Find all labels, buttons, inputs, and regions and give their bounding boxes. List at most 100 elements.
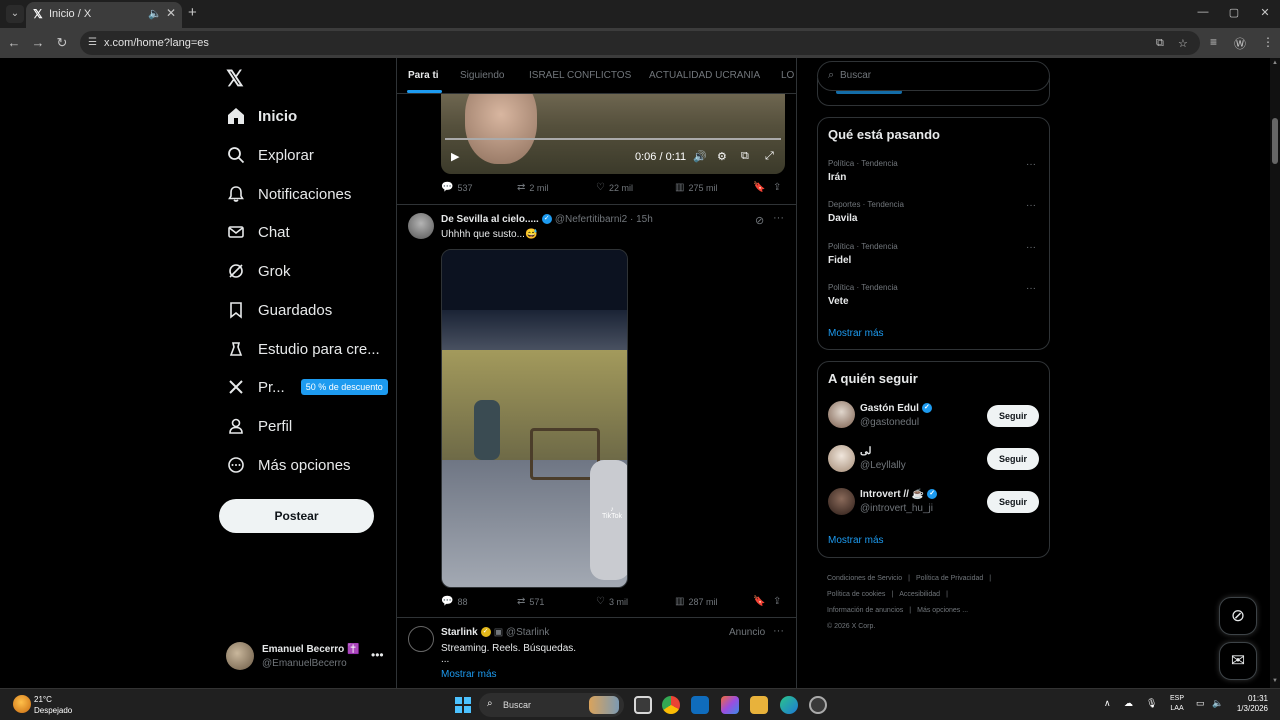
follow-handle[interactable]: @gastonedul — [860, 417, 919, 428]
trend-item[interactable]: Fidel — [828, 255, 851, 266]
tweet-author-name[interactable]: Starlink — [441, 627, 478, 638]
tweet-author-name[interactable]: De Sevilla al cielo..... — [441, 214, 539, 225]
follow-name[interactable]: Gastón Edul ✓ — [860, 403, 935, 414]
tab-israel-conflictos[interactable]: ISRAEL CONFLICTOS — [529, 70, 631, 81]
follow-button[interactable]: Seguir — [987, 405, 1039, 427]
language-indicator[interactable]: ESP LAA — [1170, 694, 1184, 714]
forward-icon[interactable]: → — [30, 35, 46, 50]
follow-button[interactable]: Seguir — [987, 448, 1039, 470]
weather-temperature[interactable]: 21°C — [34, 695, 52, 704]
volume-icon[interactable]: 🔊 — [693, 150, 707, 163]
tab-siguiendo[interactable]: Siguiendo — [460, 70, 504, 81]
more-options-icon[interactable]: ··· — [773, 212, 784, 224]
windows-start-icon[interactable] — [455, 697, 471, 713]
tweet-time[interactable]: 15h — [636, 214, 653, 225]
minimize-window-button[interactable]: — — [1193, 6, 1213, 18]
site-info-icon[interactable]: ☰ — [88, 37, 97, 48]
nav-item-notificaciones[interactable]: Notificaciones — [226, 179, 351, 209]
messages-fab-icon[interactable]: ✉ — [1219, 642, 1257, 680]
nav-item-chat[interactable]: Chat — [226, 217, 290, 247]
nav-item-premium[interactable]: Pr... 50 % de descuento — [226, 372, 388, 402]
post-button[interactable]: Postear — [219, 499, 374, 533]
wordpress-extension-icon[interactable]: Ⓦ — [1234, 35, 1246, 52]
clock[interactable]: 01:31 1/3/2026 — [1232, 694, 1268, 714]
outlook-icon[interactable] — [691, 696, 709, 714]
tweet-video[interactable]: ♪ TikTok — [441, 249, 628, 588]
show-more-link[interactable]: Mostrar más — [828, 328, 884, 339]
repost-button[interactable]: ⇄ 2 mil — [517, 182, 548, 193]
share-button[interactable]: ⇪ — [773, 596, 785, 607]
follow-name[interactable]: Introvert // ☕ ✓ — [860, 489, 940, 500]
show-more-link[interactable]: Mostrar más — [441, 669, 497, 680]
more-options-icon[interactable]: ··· — [1026, 159, 1036, 170]
more-options-icon[interactable]: ··· — [1026, 200, 1036, 211]
fullscreen-icon[interactable]: ⤢ — [765, 150, 774, 163]
tray-overflow-icon[interactable]: ∧ — [1104, 698, 1111, 709]
grok-fab-icon[interactable]: ⊘ — [1219, 597, 1257, 635]
follow-button[interactable]: Seguir — [987, 491, 1039, 513]
show-more-link[interactable]: Mostrar más — [828, 535, 884, 546]
account-switcher[interactable]: Emanuel Becerro ✝️ @EmanuelBecerro ••• — [226, 642, 386, 672]
avatar[interactable] — [408, 213, 434, 239]
scrollbar[interactable]: ▲ ▼ — [1270, 58, 1280, 688]
file-explorer-icon[interactable] — [750, 696, 768, 714]
footer-link[interactable]: Condiciones de Servicio — [827, 575, 902, 582]
nav-item-inicio[interactable]: Inicio — [226, 101, 297, 131]
footer-link[interactable]: Accesibilidad — [899, 591, 940, 598]
weather-description[interactable]: Despejado — [34, 706, 72, 715]
like-button[interactable]: ♡ 3 mil — [596, 596, 628, 607]
volume-icon[interactable]: 🔈 — [1212, 698, 1223, 709]
pip-icon[interactable]: ⧉ — [741, 150, 749, 163]
copilot-icon[interactable] — [721, 696, 739, 714]
network-icon[interactable]: ▭ — [1196, 698, 1205, 709]
settings-gear-icon[interactable]: ⚙ — [717, 150, 727, 163]
back-icon[interactable]: ← — [6, 35, 22, 50]
x-logo-icon[interactable]: 𝕏 — [226, 66, 244, 92]
trend-item[interactable]: Irán — [828, 172, 846, 183]
reading-list-icon[interactable]: ≡ — [1210, 35, 1217, 49]
browser-menu-icon[interactable]: ⋮ — [1262, 35, 1274, 49]
footer-link[interactable]: Política de cookies — [827, 591, 885, 598]
reload-icon[interactable]: ↻ — [54, 35, 70, 51]
bookmark-button[interactable]: 🔖 — [753, 182, 769, 193]
repost-button[interactable]: ⇄ 571 — [517, 596, 544, 607]
more-options-icon[interactable]: ··· — [1026, 283, 1036, 294]
reply-button[interactable]: 💬 88 — [441, 596, 467, 607]
share-button[interactable]: ⇪ — [773, 182, 785, 193]
taskbar-search[interactable]: ⌕ Buscar — [479, 693, 624, 717]
video-player[interactable]: ▶ 0:06 / 0:11 🔊 ⚙ ⧉ ⤢ — [441, 94, 785, 174]
scroll-up-icon[interactable]: ▲ — [1272, 60, 1278, 66]
views-button[interactable]: ▥ 275 mil — [675, 182, 717, 193]
cast-icon[interactable]: ⧉ — [1156, 37, 1164, 50]
tab-para-ti[interactable]: Para ti — [408, 70, 439, 81]
new-tab-button[interactable]: + — [188, 4, 197, 21]
avatar[interactable] — [828, 488, 855, 515]
close-tab-icon[interactable]: ✕ — [166, 6, 176, 20]
trend-item[interactable]: Vete — [828, 296, 849, 307]
close-window-button[interactable]: ✕ — [1255, 6, 1275, 19]
follow-handle[interactable]: @introvert_hu_ji — [860, 503, 933, 514]
follow-handle[interactable]: @Leyllally — [860, 460, 906, 471]
tab-lo[interactable]: LO — [781, 70, 794, 81]
avatar[interactable] — [828, 401, 855, 428]
url-text[interactable]: x.com/home?lang=es — [104, 37, 209, 49]
address-bar[interactable]: ☰ x.com/home?lang=es ⧉ ☆ — [80, 31, 1200, 55]
play-icon[interactable]: ▶ — [451, 150, 459, 163]
weather-moon-icon[interactable] — [13, 695, 31, 713]
reply-button[interactable]: 💬 537 — [441, 182, 472, 193]
nav-item-estudio[interactable]: Estudio para cre... — [226, 334, 380, 364]
more-options-icon[interactable]: ··· — [1026, 242, 1036, 253]
task-view-icon[interactable] — [634, 696, 652, 714]
maximize-window-button[interactable]: ▢ — [1224, 6, 1244, 19]
nav-item-grok[interactable]: Grok — [226, 256, 291, 286]
bookmark-button[interactable]: 🔖 — [753, 596, 769, 607]
tweet-author-handle[interactable]: @Nefertitibarni2 — [555, 214, 627, 225]
more-dots-icon[interactable]: ••• — [371, 648, 384, 662]
nav-item-perfil[interactable]: Perfil — [226, 411, 292, 441]
onedrive-icon[interactable]: ☁ — [1124, 698, 1133, 709]
scroll-thumb[interactable] — [1272, 118, 1278, 164]
views-button[interactable]: ▥ 287 mil — [675, 596, 717, 607]
like-button[interactable]: ♡ 22 mil — [596, 182, 633, 193]
chrome-icon[interactable] — [662, 696, 680, 714]
tweet-author-handle[interactable]: @Starlink — [506, 627, 550, 638]
